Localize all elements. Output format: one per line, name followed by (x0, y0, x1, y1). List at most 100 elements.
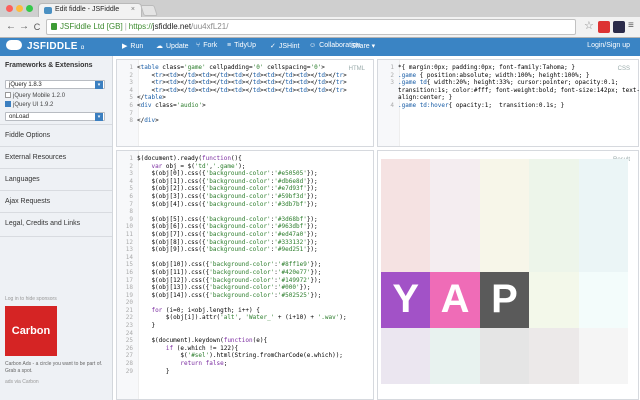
minimize-window-button[interactable] (16, 5, 23, 12)
code-line[interactable]: 6 $(obj[3]).css({'background-color':'#59… (117, 193, 347, 201)
browser-tab[interactable]: Edit fiddle - JSFiddle × (38, 3, 142, 17)
code-line[interactable]: 5 $(obj[2]).css({'background-color':'#e7… (117, 185, 347, 193)
checkbox[interactable] (5, 92, 11, 98)
code-line[interactable]: 24 (117, 330, 347, 338)
code-line[interactable]: 9 $(obj[5]).css({'background-color':'#3d… (117, 216, 347, 224)
code-line[interactable]: 18 $(obj[13]).css({'background-color':'#… (117, 284, 347, 292)
result-grid-cell[interactable] (578, 159, 628, 216)
checkbox[interactable] (5, 101, 11, 107)
code-line[interactable]: 3 $(obj[0]).css({'background-color':'#e5… (117, 170, 347, 178)
code-line[interactable]: 4 <tr><td></td><td></td><td></td><td></t… (117, 87, 346, 95)
code-line[interactable]: 1 *{ margin:0px; padding:0px; font-family… (378, 64, 640, 72)
run-button[interactable]: ▶ Run (122, 42, 143, 50)
result-grid-cell[interactable] (529, 215, 579, 272)
code-line[interactable]: 11 $(obj[7]).css({'background-color':'#e… (117, 231, 347, 239)
result-grid-cell[interactable] (578, 215, 628, 272)
code-line[interactable]: transition:1s; color:#fff; font-weight:b… (378, 87, 640, 95)
code-line[interactable]: 2 <tr><td></td><td></td><td></td><td></t… (117, 72, 346, 80)
code-line[interactable]: 7 (117, 110, 347, 118)
code-line[interactable]: 1 $(document).ready(function(){ (117, 155, 347, 163)
tidyup-button[interactable]: ≡ TidyUp (227, 42, 256, 49)
new-tab-button[interactable] (140, 5, 158, 16)
code-line[interactable]: 1 <table class='game' cellpadding='0' cel… (117, 64, 347, 72)
result-game-grid[interactable]: YAP (381, 159, 628, 384)
jquery-ui-checkbox[interactable]: jQuery UI 1.9.2 (5, 101, 53, 108)
code-line[interactable]: 8 </div> (117, 117, 347, 125)
code-line[interactable]: 26 if (e.which != 122){ (117, 345, 347, 353)
code-line[interactable]: 5 </table> (117, 94, 347, 102)
result-grid-cell[interactable] (578, 271, 628, 328)
fork-button[interactable]: ⑂ Fork (196, 42, 217, 49)
code-line[interactable]: 10 $(obj[6]).css({'background-color':'#9… (117, 223, 347, 231)
code-line[interactable]: 3 .game td{ width:20%; height:33%; cursor… (378, 79, 640, 87)
back-arrow-icon[interactable]: ← (4, 20, 18, 34)
result-grid-cell-letter[interactable]: A (430, 271, 480, 328)
sidebar-item-legal-credits[interactable]: Legal, Credits and Links (0, 212, 112, 237)
forward-arrow-icon[interactable]: → (17, 20, 31, 34)
code-line[interactable]: 15 $(obj[10]).css({'background-color':'#… (117, 261, 347, 269)
code-line[interactable]: 27 $('#sel').html(String.fromCharCode(e.… (117, 352, 347, 360)
login-signup-link[interactable]: Login/Sign up (587, 42, 630, 49)
result-grid-cell[interactable] (529, 327, 579, 384)
jshint-button[interactable]: ✓ JSHint (270, 42, 300, 50)
result-grid-cell[interactable] (381, 215, 431, 272)
result-grid-cell-letter[interactable]: P (479, 271, 530, 328)
css-editor-panel[interactable]: CSS 1 *{ margin:0px; padding:0px; font-fa… (377, 59, 640, 147)
js-code[interactable]: 1 $(document).ready(function(){2 var obj … (117, 155, 347, 375)
result-grid-cell[interactable] (529, 271, 579, 328)
code-line[interactable]: 28 return false; (117, 360, 347, 368)
load-type-select[interactable]: onLoad ▾ (5, 112, 105, 121)
code-line[interactable]: 22 $(obj[i]).attr('alt', 'Water_' + (i+1… (117, 314, 347, 322)
css-code[interactable]: 1 *{ margin:0px; padding:0px; font-family… (378, 64, 640, 110)
code-line[interactable]: 12 $(obj[8]).css({'background-color':'#3… (117, 239, 347, 247)
code-line[interactable]: 21 for (i=0; i<obj.length; i++) { (117, 307, 347, 315)
result-grid-cell[interactable] (381, 159, 431, 216)
result-grid-cell[interactable] (479, 327, 530, 384)
code-line[interactable]: 3 <tr><td></td><td></td><td></td><td></t… (117, 79, 346, 87)
html-code[interactable]: 1 <table class='game' cellpadding='0' cel… (117, 64, 347, 125)
jquery-mobile-checkbox[interactable]: jQuery Mobile 1.2.0 (5, 92, 65, 99)
code-line[interactable]: 13 $(obj[9]).css({'background-color':'#9… (117, 246, 347, 254)
html-editor-panel[interactable]: HTML 1 <table class='game' cellpadding='0… (116, 59, 374, 147)
address-bar[interactable]: JSFiddle Ltd [GB] | https://jsfiddle.net/u… (46, 19, 576, 35)
result-grid-cell[interactable] (430, 327, 480, 384)
code-line[interactable]: 20 (117, 299, 347, 307)
share-button[interactable]: Share ▾ (351, 42, 375, 50)
code-line[interactable]: 2 .game { position:absolute; width:100%; … (378, 72, 640, 80)
result-grid-cell-letter[interactable]: Y (381, 271, 431, 328)
bookmark-star-icon[interactable]: ☆ (584, 19, 594, 32)
update-button[interactable]: ☁ Update (156, 42, 189, 50)
reload-icon[interactable]: C (30, 20, 44, 34)
result-grid-cell[interactable] (479, 159, 530, 216)
result-grid-cell[interactable] (381, 327, 431, 384)
code-line[interactable]: 8 (117, 208, 347, 216)
browser-menu-icon[interactable]: ≡ (628, 20, 634, 31)
code-line[interactable]: 29 } (117, 368, 347, 376)
extension-icon[interactable] (598, 21, 610, 33)
code-line[interactable]: 4 .game td:hover{ opacity:1; transition:0… (378, 102, 640, 110)
framework-select[interactable]: jQuery 1.8.3 ▾ (5, 80, 105, 89)
result-grid-cell[interactable] (529, 159, 579, 216)
hide-sponsors-link[interactable]: Log in to hide sponsors (5, 296, 57, 302)
code-line[interactable]: 19 $(obj[14]).css({'background-color':'#… (117, 292, 347, 300)
carbon-ad-logo[interactable]: Carbon (5, 306, 57, 356)
code-line[interactable]: 23 } (117, 322, 347, 330)
result-grid-cell[interactable] (430, 159, 480, 216)
code-line[interactable]: 14 (117, 254, 347, 262)
code-line[interactable]: align:center; } (378, 94, 640, 102)
code-line[interactable]: 17 $(obj[12]).css({'background-color':'#… (117, 277, 347, 285)
result-grid-cell[interactable] (430, 215, 480, 272)
result-grid-cell[interactable] (479, 215, 530, 272)
result-grid-cell[interactable] (578, 327, 628, 384)
extension-icon[interactable] (613, 21, 625, 33)
result-panel[interactable]: Result YAP (377, 150, 639, 400)
carbon-via-link[interactable]: ads via Carbon (5, 379, 39, 385)
code-line[interactable]: 4 $(obj[1]).css({'background-color':'#db… (117, 178, 347, 186)
code-line[interactable]: 16 $(obj[11]).css({'background-color':'#… (117, 269, 347, 277)
close-window-button[interactable] (6, 5, 13, 12)
close-tab-icon[interactable]: × (131, 6, 135, 13)
js-editor-panel[interactable]: 1 $(document).ready(function(){2 var obj … (116, 150, 374, 400)
code-line[interactable]: 2 var obj = $('td','.game'); (117, 163, 347, 171)
code-line[interactable]: 6 <div class='audio'> (117, 102, 347, 110)
jsfiddle-logo[interactable]: JSFIDDLE α (6, 40, 85, 54)
